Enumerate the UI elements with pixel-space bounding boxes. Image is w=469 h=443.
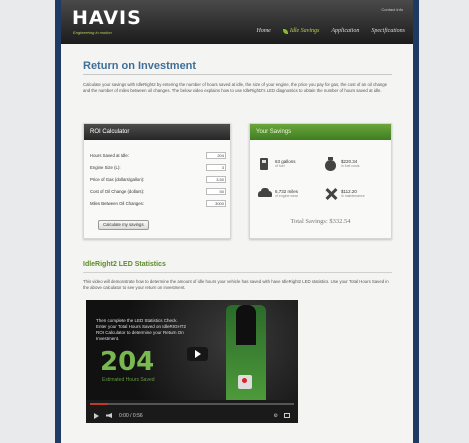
page-title: Return on Investment — [83, 60, 197, 72]
field-hours-saved: Hours Saved at Idle: 204 — [90, 151, 226, 159]
video-time: 0:00 / 0:56 — [119, 412, 143, 419]
field-label: Miles Between Oil Changes: — [90, 200, 144, 206]
idleright-device-image — [226, 305, 266, 400]
calculator-title: ROI Calculator — [84, 124, 230, 140]
tools-icon — [324, 187, 338, 201]
money-bag-icon — [324, 157, 338, 171]
title-divider — [83, 74, 392, 75]
fuel-saved: 63 gallons of fuel — [258, 157, 296, 171]
roi-calculator-panel: ROI Calculator Hours Saved at Idle: 204 … — [83, 123, 231, 239]
havis-logo[interactable]: HAVIS — [72, 7, 142, 29]
play-button[interactable] — [187, 347, 208, 361]
nav-idle-savings[interactable]: Idle Savings — [282, 28, 320, 34]
page-content: HAVIS Engineering in motion Contact Info… — [61, 0, 413, 443]
miles-saved: 6,732 miles of engine wear — [258, 187, 298, 201]
volume-icon[interactable] — [106, 413, 112, 418]
gas-price-input[interactable]: 3.50 — [206, 175, 226, 183]
total-savings: Total Savings: $332.54 — [250, 218, 391, 225]
total-label: Total Savings: — [290, 218, 328, 225]
nav-specifications[interactable]: Specifications — [371, 28, 405, 34]
engine-size-input[interactable]: 3 — [206, 163, 226, 171]
nav-home[interactable]: Home — [256, 28, 270, 34]
tagline: Engineering in motion — [73, 30, 112, 35]
video-controls: 0:00 / 0:56 ⚙ — [86, 408, 298, 423]
total-value: $332.54 — [329, 218, 351, 225]
your-savings-panel: Your Savings 63 gallons of fuel $220.34 … — [249, 123, 392, 239]
led-description: This video will demonstrate how to deter… — [83, 279, 389, 290]
savings-title: Your Savings — [250, 124, 391, 140]
field-oil-change-cost: Cost of Oil Change (dollars): 50 — [90, 187, 226, 195]
nav-idle-savings-label: Idle Savings — [289, 28, 320, 34]
led-divider — [83, 272, 392, 273]
video-caption: Then complete the LED Statistics Check. … — [96, 318, 186, 341]
oil-change-cost-input[interactable]: 50 — [206, 187, 226, 195]
field-label: Price of Gas (dollars/gallon): — [90, 176, 145, 182]
video-hours-sub: Estimated Hours Saved — [102, 377, 155, 383]
video-hours-number: 204 — [100, 347, 155, 377]
device-led — [238, 375, 252, 389]
gas-pump-icon — [258, 157, 272, 171]
maintenance-sub: in maintenance — [341, 194, 365, 198]
fuel-dollars-sub: in fuel costs — [341, 164, 360, 168]
contact-link[interactable]: Contact Info — [381, 7, 403, 12]
settings-icon[interactable]: ⚙ — [274, 413, 278, 419]
car-icon — [258, 187, 272, 201]
video-player[interactable]: Then complete the LED Statistics Check. … — [86, 300, 298, 423]
page-frame: HAVIS Engineering in motion Contact Info… — [55, 0, 419, 443]
video-right-controls: ⚙ — [274, 413, 290, 419]
intro-text: Calculate your savings with IdleRight2 b… — [83, 82, 388, 93]
device-cap — [236, 305, 256, 345]
field-label: Cost of Oil Change (dollars): — [90, 188, 145, 194]
field-engine-size: Engine Size (L): 3 — [90, 163, 226, 171]
field-gas-price: Price of Gas (dollars/gallon): 3.50 — [90, 175, 226, 183]
play-icon[interactable] — [94, 412, 99, 419]
led-section-title: IdleRight2 LED Statistics — [83, 261, 166, 268]
field-miles-between: Miles Between Oil Changes: 3000 — [90, 199, 226, 207]
main-nav: Home Idle Savings Application Specificat… — [256, 28, 405, 34]
maintenance-saved: $112.20 in maintenance — [324, 187, 365, 201]
hours-saved-input[interactable]: 204 — [206, 151, 226, 159]
calculate-button[interactable]: Calculate my savings — [98, 220, 149, 230]
fullscreen-icon[interactable] — [284, 413, 290, 418]
fuel-cost-saved: $220.34 in fuel costs — [324, 157, 359, 171]
video-progress-bar[interactable] — [90, 403, 294, 405]
miles-between-input[interactable]: 3000 — [206, 199, 226, 207]
fuel-sub: of fuel — [275, 164, 285, 168]
field-label: Engine Size (L): — [90, 164, 121, 170]
site-header: HAVIS Engineering in motion Contact Info… — [61, 0, 413, 44]
miles-sub: of engine wear — [275, 194, 298, 198]
video-progress-fill — [90, 403, 109, 405]
leaf-icon — [282, 28, 288, 34]
nav-application[interactable]: Application — [331, 28, 359, 34]
field-label: Hours Saved at Idle: — [90, 152, 129, 158]
